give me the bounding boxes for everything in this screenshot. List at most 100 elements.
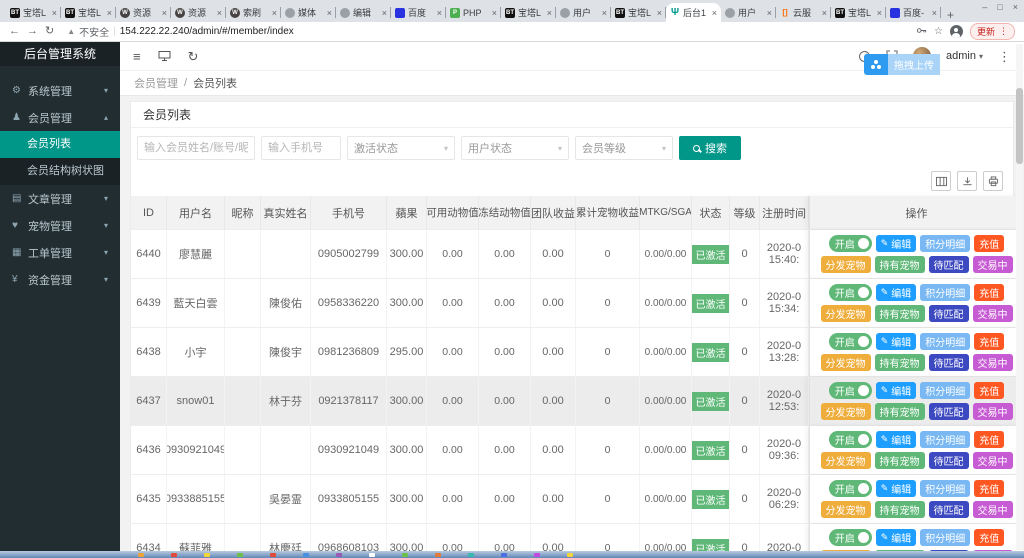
browser-tab[interactable]: 百度- × [886,3,941,22]
switch-button[interactable]: 开启 [828,284,872,301]
hold-button[interactable]: 持有宠物 [874,452,925,469]
forward-icon[interactable]: → [27,26,38,37]
sidebar-item-1[interactable]: ♟ 会员管理 ▴ [0,104,120,131]
sidebar-item-2[interactable]: ▤ 文章管理 ▾ [0,185,120,212]
member-name-input[interactable] [137,136,255,160]
browser-profile-icon[interactable] [949,25,963,38]
hold-button[interactable]: 持有宠物 [874,354,925,371]
sidebar-subitem[interactable]: 会员结构树状图 [0,158,120,185]
back-icon[interactable]: ← [9,26,20,37]
hold-button[interactable]: 持有宠物 [874,501,925,518]
trading-button[interactable]: 交易中 [972,354,1013,371]
browser-tab[interactable]: BT 宝塔L × [611,3,666,22]
user-status-select[interactable]: 用户状态 ▾ [461,136,569,160]
recharge-button[interactable]: 充值 [974,431,1005,448]
monitor-icon[interactable] [158,50,171,62]
browser-tab[interactable]: 用户 × [556,3,611,22]
switch-button[interactable]: 开启 [828,333,872,350]
browser-tab[interactable]: 用户 × [721,3,776,22]
edit-button[interactable]: ✎ 编辑 [875,333,917,350]
tab-close-icon[interactable]: × [52,8,57,18]
tab-close-icon[interactable]: × [657,8,662,18]
edit-button[interactable]: ✎ 编辑 [875,431,917,448]
recharge-button[interactable]: 充值 [974,235,1005,252]
match-button[interactable]: 待匹配 [928,256,969,273]
close-icon[interactable]: × [1013,2,1018,12]
tab-close-icon[interactable]: × [217,8,222,18]
edit-button[interactable]: ✎ 编辑 [875,284,917,301]
collapse-sidebar-icon[interactable]: ≡ [133,50,141,63]
taskbar-app-icon[interactable] [204,552,210,557]
tab-close-icon[interactable]: × [327,8,332,18]
match-button[interactable]: 待匹配 [928,305,969,322]
match-button[interactable]: 待匹配 [928,354,969,371]
taskbar-app-icon[interactable] [369,552,375,557]
tab-close-icon[interactable]: × [932,8,937,18]
switch-button[interactable]: 开启 [828,382,872,399]
detail-button[interactable]: 积分明细 [920,480,971,497]
tab-close-icon[interactable]: × [767,8,772,18]
recharge-button[interactable]: 充值 [974,333,1005,350]
taskbar-app-icon[interactable] [336,552,342,557]
match-button[interactable]: 待匹配 [928,403,969,420]
tab-close-icon[interactable]: × [437,8,442,18]
taskbar-app-icon[interactable] [501,552,507,557]
update-button[interactable]: 更新 ⋮ [969,23,1015,40]
new-tab-button[interactable]: + [947,8,954,22]
taskbar-app-icon[interactable] [303,552,309,557]
detail-button[interactable]: 积分明细 [920,284,971,301]
minimize-icon[interactable]: – [982,2,987,12]
browser-tab[interactable]: BT 宝塔L × [501,3,556,22]
sidebar-subitem[interactable]: 会员列表 [0,131,120,158]
tab-close-icon[interactable]: × [382,8,387,18]
filter-columns-icon[interactable] [931,171,951,191]
tab-close-icon[interactable]: × [877,8,882,18]
sidebar-item-0[interactable]: ⚙ 系统管理 ▾ [0,77,120,104]
taskbar-app-icon[interactable] [138,552,144,557]
trading-button[interactable]: 交易中 [972,501,1013,518]
refresh-icon[interactable]: ↻ [188,50,199,63]
edit-button[interactable]: ✎ 编辑 [875,529,917,546]
browser-tab[interactable]: W 资源 × [116,3,171,22]
edit-button[interactable]: ✎ 编辑 [875,480,917,497]
taskbar-app-icon[interactable] [567,552,573,557]
print-icon[interactable] [983,171,1003,191]
trading-button[interactable]: 交易中 [972,305,1013,322]
match-button[interactable]: 待匹配 [928,452,969,469]
taskbar-app-icon[interactable] [435,552,441,557]
switch-button[interactable]: 开启 [828,529,872,546]
taskbar-app-icon[interactable] [534,552,540,557]
restore-icon[interactable]: □ [997,2,1002,12]
recharge-button[interactable]: 充值 [974,284,1005,301]
tab-close-icon[interactable]: × [602,8,607,18]
scrollbar[interactable] [1016,44,1023,550]
trading-button[interactable]: 交易中 [972,452,1013,469]
phone-input[interactable] [261,136,341,160]
browser-tab[interactable]: BT 宝塔L × [61,3,116,22]
browser-tab[interactable]: 媒体 × [281,3,336,22]
dispatch-button[interactable]: 分发宠物 [820,354,871,371]
switch-button[interactable]: 开启 [828,431,872,448]
key-icon[interactable] [916,23,927,41]
dispatch-button[interactable]: 分发宠物 [820,256,871,273]
tab-close-icon[interactable]: × [272,8,277,18]
tab-close-icon[interactable]: × [822,8,827,18]
dispatch-button[interactable]: 分发宠物 [820,305,871,322]
os-taskbar[interactable] [0,551,1024,558]
browser-tab[interactable]: W 索刷 × [226,3,281,22]
hold-button[interactable]: 持有宠物 [874,403,925,420]
tab-close-icon[interactable]: × [492,8,497,18]
tab-close-icon[interactable]: × [547,8,552,18]
recharge-button[interactable]: 充值 [974,382,1005,399]
address-bar[interactable]: ▲ 不安全 | 154.222.22.240/admin/#/member/in… [61,24,910,39]
hold-button[interactable]: 持有宠物 [874,256,925,273]
browser-tab[interactable]: 编辑 × [336,3,391,22]
browser-tab[interactable]: Ψ 后台1 × [666,3,721,22]
member-level-select[interactable]: 会员等级 ▾ [575,136,673,160]
tab-close-icon[interactable]: × [712,8,717,18]
recharge-button[interactable]: 充值 [974,529,1005,546]
taskbar-app-icon[interactable] [468,552,474,557]
browser-tab[interactable]: BT 宝塔L × [6,3,61,22]
match-button[interactable]: 待匹配 [928,501,969,518]
scrollbar-thumb[interactable] [1016,88,1023,164]
